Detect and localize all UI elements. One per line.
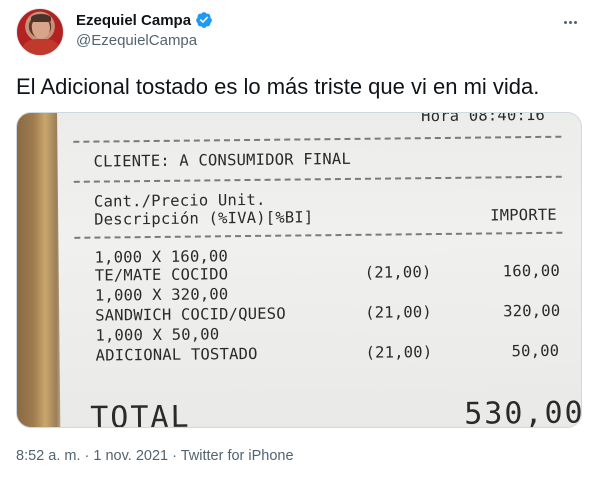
receipt-item-desc: TE/MATE COCIDO bbox=[94, 265, 229, 285]
receipt-item-qty: 1,000 X 320,00 bbox=[94, 285, 229, 305]
meta-separator: · bbox=[80, 448, 94, 464]
receipt-item-importe: 320,00 bbox=[503, 301, 561, 321]
verified-badge-icon bbox=[195, 11, 213, 29]
receipt-header-line2: Descripción (%IVA)[%BI] bbox=[94, 208, 314, 229]
receipt-item-qty: 1,000 X 160,00 bbox=[94, 247, 229, 267]
receipt-total-label: TOTAL bbox=[90, 399, 191, 428]
receipt-item-desc: ADICIONAL TOSTADO bbox=[95, 344, 258, 365]
receipt-header-line1: Cant./Precio Unit. bbox=[93, 190, 266, 211]
author-name-row[interactable]: Ezequiel Campa bbox=[76, 11, 213, 29]
receipt-total-value: 530,00 bbox=[464, 395, 582, 428]
tweet-meta: 8:52 a. m. · 1 nov. 2021 · Twitter for i… bbox=[16, 448, 294, 464]
tweet-card[interactable]: Ezequiel Campa @EzequielCampa El Adicion… bbox=[0, 0, 600, 477]
receipt-item-iva: (21,00) bbox=[365, 343, 433, 362]
receipt-item-desc: SANDWICH COCID/QUESO bbox=[95, 304, 286, 325]
receipt-item-importe: 160,00 bbox=[502, 261, 561, 281]
tweet-time[interactable]: 8:52 a. m. bbox=[16, 448, 80, 464]
receipt-item-iva: (21,00) bbox=[364, 263, 432, 282]
receipt-item-importe: 50,00 bbox=[511, 341, 560, 361]
receipt-item-qty: 1,000 X 50,00 bbox=[95, 325, 220, 345]
receipt-header-importe: IMPORTE bbox=[490, 205, 557, 225]
receipt-hora: Hora 08:40:16 bbox=[421, 112, 546, 126]
receipt-cliente: CLIENTE: A CONSUMIDOR FINAL bbox=[93, 149, 352, 171]
more-horizontal-icon[interactable] bbox=[560, 12, 580, 32]
tweet-photo[interactable]: Hora 08:40:16 CLIENTE: A CONSUMIDOR FINA… bbox=[16, 112, 582, 428]
tweet-source-link[interactable]: Twitter for iPhone bbox=[181, 448, 294, 464]
avatar[interactable] bbox=[16, 8, 64, 56]
meta-separator: · bbox=[168, 448, 181, 464]
tweet-text: El Adicional tostado es lo más triste qu… bbox=[16, 74, 540, 99]
author-handle[interactable]: @EzequielCampa bbox=[76, 32, 197, 49]
receipt-item-iva: (21,00) bbox=[365, 303, 432, 322]
author-display-name[interactable]: Ezequiel Campa bbox=[76, 12, 191, 29]
tweet-date[interactable]: 1 nov. 2021 bbox=[93, 448, 168, 464]
receipt: Hora 08:40:16 CLIENTE: A CONSUMIDOR FINA… bbox=[57, 112, 582, 428]
